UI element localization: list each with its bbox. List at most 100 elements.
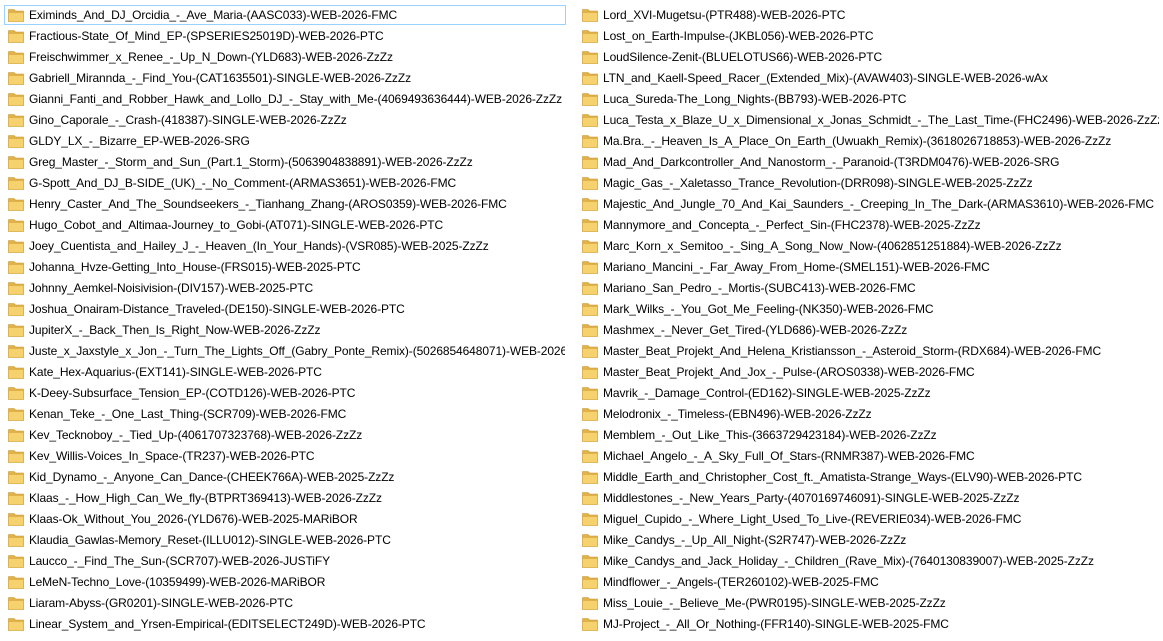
folder-item[interactable]: Greg_Master_-_Storm_and_Sun_(Part.1_Stor… [4, 152, 566, 172]
folder-icon [582, 302, 598, 316]
folder-item[interactable]: Marc_Korn_x_Semitoo_-_Sing_A_Song_Now_No… [578, 236, 1160, 256]
folder-item[interactable]: Eximinds_And_DJ_Orcidia_-_Ave_Maria-(AAS… [4, 5, 566, 25]
folder-item[interactable]: Liaram-Abyss-(GR0201)-SINGLE-WEB-2026-PT… [4, 593, 566, 613]
folder-item[interactable]: Henry_Caster_And_The_Soundseekers_-_Tian… [4, 194, 566, 214]
folder-name: Master_Beat_Projekt_And_Helena_Kristians… [603, 344, 1102, 358]
folder-item[interactable]: Miguel_Cupido_-_Where_Light_Used_To_Live… [578, 509, 1160, 529]
folder-name: Luca_Testa_x_Blaze_U_x_Dimensional_x_Jon… [603, 113, 1160, 127]
file-list-pane: Eximinds_And_DJ_Orcidia_-_Ave_Maria-(AAS… [0, 0, 1163, 641]
folder-item[interactable]: Joey_Cuentista_and_Hailey_J_-_Heaven_(In… [4, 236, 566, 256]
folder-item[interactable]: Mariano_Mancini_-_Far_Away_From_Home-(SM… [578, 257, 1160, 277]
folder-item[interactable]: Mike_Candys_-_Up_All_Night-(S2R747)-WEB-… [578, 530, 1160, 550]
folder-item[interactable]: Johanna_Hvze-Getting_Into_House-(FRS015)… [4, 257, 566, 277]
folder-item[interactable]: Miss_Louie_-_Believe_Me-(PWR0195)-SINGLE… [578, 593, 1160, 613]
folder-icon [582, 470, 598, 484]
folder-icon [582, 50, 598, 64]
folder-item[interactable]: Kev_Tecknoboy_-_Tied_Up-(4061707323768)-… [4, 425, 566, 445]
folder-name: Laucco_-_Find_The_Sun-(SCR707)-WEB-2026-… [29, 554, 330, 568]
folder-icon [582, 134, 598, 148]
folder-item[interactable]: Master_Beat_Projekt_And_Helena_Kristians… [578, 341, 1160, 361]
folder-item[interactable]: Juste_x_Jaxstyle_x_Jon_-_Turn_The_Lights… [4, 341, 566, 361]
folder-name: Lost_on_Earth-Impulse-(JKBL056)-WEB-2026… [603, 29, 874, 43]
folder-icon [582, 512, 598, 526]
folder-item[interactable]: Freischwimmer_x_Renee_-_Up_N_Down-(YLD68… [4, 47, 566, 67]
folder-name: Johnny_Aemkel-Noisivision-(DIV157)-WEB-2… [29, 281, 314, 295]
folder-item[interactable]: Klaudia_Gawlas-Memory_Reset-(ILLU012)-SI… [4, 530, 566, 550]
folder-item[interactable]: Lord_XVI-Mugetsu-(PTR488)-WEB-2026-PTC [578, 5, 1160, 25]
folder-name: Miss_Louie_-_Believe_Me-(PWR0195)-SINGLE… [603, 596, 946, 610]
folder-item[interactable]: Mindflower_-_Angels-(TER260102)-WEB-2025… [578, 572, 1160, 592]
folder-item[interactable]: Gino_Caporale_-_Crash-(418387)-SINGLE-WE… [4, 110, 566, 130]
folder-item[interactable]: G-Spott_And_DJ_B-SIDE_(UK)_-_No_Comment-… [4, 173, 566, 193]
folder-item[interactable]: Hugo_Cobot_and_Altimaa-Journey_to_Gobi-(… [4, 215, 566, 235]
folder-name: Middle_Earth_and_Christopher_Cost_ft._Am… [603, 470, 1082, 484]
folder-item[interactable]: Middle_Earth_and_Christopher_Cost_ft._Am… [578, 467, 1160, 487]
folder-name: Mannymore_and_Concepta_-_Perfect_Sin-(FH… [603, 218, 981, 232]
folder-item[interactable]: Kate_Hex-Aquarius-(EXT141)-SINGLE-WEB-20… [4, 362, 566, 382]
folder-name: Liaram-Abyss-(GR0201)-SINGLE-WEB-2026-PT… [29, 596, 293, 610]
folder-item[interactable]: Joshua_Onairam-Distance_Traveled-(DE150)… [4, 299, 566, 319]
folder-item[interactable]: Gianni_Fanti_and_Robber_Hawk_and_Lollo_D… [4, 89, 566, 109]
folder-item[interactable]: Melodronix_-_Timeless-(EBN496)-WEB-2026-… [578, 404, 1160, 424]
folder-item[interactable]: Michael_Angelo_-_A_Sky_Full_Of_Stars-(RN… [578, 446, 1160, 466]
folder-item[interactable]: MJ-Project_-_All_Or_Nothing-(FFR140)-SIN… [578, 614, 1160, 634]
file-column-right: Lord_XVI-Mugetsu-(PTR488)-WEB-2026-PTC Lo… [578, 5, 1160, 635]
folder-item[interactable]: Mark_Wilks_-_You_Got_Me_Feeling-(NK350)-… [578, 299, 1160, 319]
folder-item[interactable]: LeMeN-Techno_Love-(10359499)-WEB-2026-MA… [4, 572, 566, 592]
folder-name: JupiterX_-_Back_Then_Is_Right_Now-WEB-20… [29, 323, 321, 337]
folder-name: LeMeN-Techno_Love-(10359499)-WEB-2026-MA… [29, 575, 326, 589]
folder-icon [8, 8, 24, 22]
folder-item[interactable]: Mavrik_-_Damage_Control-(ED162)-SINGLE-W… [578, 383, 1160, 403]
folder-item[interactable]: K-Deey-Subsurface_Tension_EP-(COTD126)-W… [4, 383, 566, 403]
folder-item[interactable]: Middlestones_-_New_Years_Party-(40701697… [578, 488, 1160, 508]
folder-item[interactable]: Fractious-State_Of_Mind_EP-(SPSERIES2501… [4, 26, 566, 46]
folder-item[interactable]: Kenan_Teke_-_One_Last_Thing-(SCR709)-WEB… [4, 404, 566, 424]
folder-item[interactable]: LTN_and_Kaell-Speed_Racer_(Extended_Mix)… [578, 68, 1160, 88]
folder-name: Greg_Master_-_Storm_and_Sun_(Part.1_Stor… [29, 155, 473, 169]
folder-item[interactable]: Magic_Gas_-_Xaletasso_Trance_Revolution-… [578, 173, 1160, 193]
folder-item[interactable]: Mashmex_-_Never_Get_Tired-(YLD686)-WEB-2… [578, 320, 1160, 340]
folder-item[interactable]: Kev_Willis-Voices_In_Space-(TR237)-WEB-2… [4, 446, 566, 466]
folder-name: Michael_Angelo_-_A_Sky_Full_Of_Stars-(RN… [603, 449, 975, 463]
folder-item[interactable]: GLDY_LX_-_Bizarre_EP-WEB-2026-SRG [4, 131, 566, 151]
folder-item[interactable]: Mannymore_and_Concepta_-_Perfect_Sin-(FH… [578, 215, 1160, 235]
folder-item[interactable]: Johnny_Aemkel-Noisivision-(DIV157)-WEB-2… [4, 278, 566, 298]
folder-item[interactable]: JupiterX_-_Back_Then_Is_Right_Now-WEB-20… [4, 320, 566, 340]
folder-icon [582, 176, 598, 190]
folder-item[interactable]: Mike_Candys_and_Jack_Holiday_-_Children_… [578, 551, 1160, 571]
folder-icon [8, 50, 24, 64]
folder-item[interactable]: Memblem_-_Out_Like_This-(3663729423184)-… [578, 425, 1160, 445]
folder-item[interactable]: Mariano_San_Pedro_-_Mortis-(SUBC413)-WEB… [578, 278, 1160, 298]
folder-item[interactable]: Klaas_-_How_High_Can_We_fly-(BTPRT369413… [4, 488, 566, 508]
folder-name: Mad_And_Darkcontroller_And_Nanostorm_-_P… [603, 155, 1060, 169]
folder-icon [582, 155, 598, 169]
folder-name: Ma.Bra._-_Heaven_Is_A_Place_On_Earth_(Uw… [603, 134, 1112, 148]
folder-icon [8, 218, 24, 232]
folder-name: Joey_Cuentista_and_Hailey_J_-_Heaven_(In… [29, 239, 489, 253]
folder-item[interactable]: Majestic_And_Jungle_70_And_Kai_Saunders_… [578, 194, 1160, 214]
folder-name: Klaas-Ok_Without_You_2026-(YLD676)-WEB-2… [29, 512, 358, 526]
folder-item[interactable]: Mad_And_Darkcontroller_And_Nanostorm_-_P… [578, 152, 1160, 172]
folder-name: Hugo_Cobot_and_Altimaa-Journey_to_Gobi-(… [29, 218, 444, 232]
folder-item[interactable]: Linear_System_and_Yrsen-Empirical-(EDITS… [4, 614, 566, 634]
folder-item[interactable]: Kid_Dynamo_-_Anyone_Can_Dance-(CHEEK766A… [4, 467, 566, 487]
folder-icon [8, 323, 24, 337]
folder-item[interactable]: Gabriell_Mirannda_-_Find_You-(CAT1635501… [4, 68, 566, 88]
folder-name: Mariano_Mancini_-_Far_Away_From_Home-(SM… [603, 260, 990, 274]
folder-item[interactable]: Ma.Bra._-_Heaven_Is_A_Place_On_Earth_(Uw… [578, 131, 1160, 151]
folder-name: Lord_XVI-Mugetsu-(PTR488)-WEB-2026-PTC [603, 8, 846, 22]
folder-item[interactable]: LoudSilence-Zenit-(BLUELOTUS66)-WEB-2026… [578, 47, 1160, 67]
folder-name: Magic_Gas_-_Xaletasso_Trance_Revolution-… [603, 176, 1033, 190]
folder-item[interactable]: Luca_Sureda-The_Long_Nights-(BB793)-WEB-… [578, 89, 1160, 109]
folder-icon [582, 617, 598, 631]
folder-icon [8, 92, 24, 106]
folder-item[interactable]: Master_Beat_Projekt_And_Jox_-_Pulse-(ARO… [578, 362, 1160, 382]
folder-name: Gino_Caporale_-_Crash-(418387)-SINGLE-WE… [29, 113, 347, 127]
folder-name: Klaas_-_How_High_Can_We_fly-(BTPRT369413… [29, 491, 382, 505]
folder-item[interactable]: Klaas-Ok_Without_You_2026-(YLD676)-WEB-2… [4, 509, 566, 529]
folder-item[interactable]: Lost_on_Earth-Impulse-(JKBL056)-WEB-2026… [578, 26, 1160, 46]
folder-icon [582, 71, 598, 85]
folder-item[interactable]: Luca_Testa_x_Blaze_U_x_Dimensional_x_Jon… [578, 110, 1160, 130]
folder-name: Gianni_Fanti_and_Robber_Hawk_and_Lollo_D… [29, 92, 563, 106]
folder-item[interactable]: Laucco_-_Find_The_Sun-(SCR707)-WEB-2026-… [4, 551, 566, 571]
